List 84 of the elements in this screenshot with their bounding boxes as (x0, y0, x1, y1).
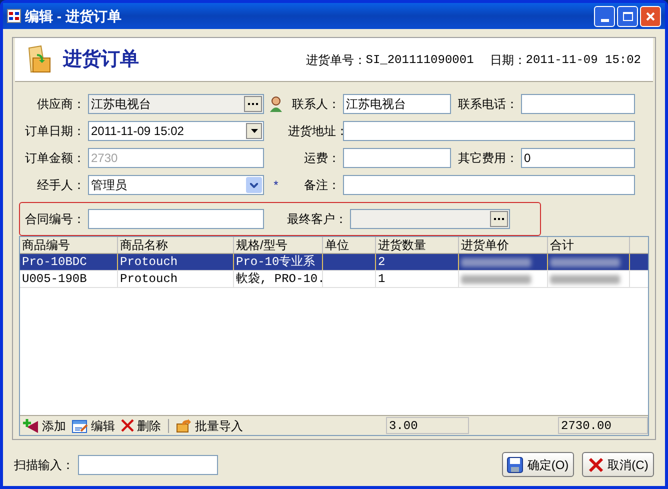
column-header[interactable]: 商品编号 (20, 237, 118, 253)
blurred-value (461, 274, 531, 284)
field-label: 订单日期： (24, 123, 86, 140)
chevron-icon (250, 182, 258, 188)
quantity-total: 3.00 (386, 417, 469, 434)
blurred-value (550, 274, 620, 284)
order-number: SI_201111090001 (366, 52, 474, 68)
input-field[interactable] (343, 148, 451, 168)
close-icon (646, 12, 655, 20)
required-mark: * (274, 177, 278, 194)
input-field[interactable] (350, 209, 510, 229)
field-label: 联系电话： (457, 96, 519, 113)
app-icon (7, 9, 21, 23)
maximize-button[interactable] (617, 6, 638, 26)
table-cell: Protouch (118, 254, 234, 270)
field-label: 最终客户： (286, 211, 348, 228)
table-cell: 1 (376, 271, 459, 287)
date-label: 日期： (490, 52, 526, 68)
field-label: 订单金额： (24, 150, 86, 167)
table-cell: U005-190B (20, 271, 118, 287)
delete-icon (121, 419, 134, 432)
minimize-button[interactable] (594, 6, 615, 26)
amount-total: 2730.00 (558, 417, 648, 434)
column-header[interactable]: 合计 (548, 237, 630, 253)
add-icon (23, 418, 39, 432)
ellipsis-icon (494, 218, 504, 220)
input-field: 2730 (88, 148, 264, 168)
column-header[interactable]: 规格/型号 (234, 237, 323, 253)
dropdown-button[interactable] (246, 123, 262, 139)
column-header[interactable]: 商品名称 (118, 237, 234, 253)
browse-button[interactable] (244, 96, 262, 112)
ellipsis-icon (248, 102, 258, 106)
ok-button[interactable]: 确定(O) (502, 452, 574, 477)
column-header[interactable]: 进货单价 (459, 237, 548, 253)
dropdown[interactable]: 管理员 (88, 175, 264, 195)
input-field[interactable]: 江苏电视台 (88, 94, 264, 114)
column-header[interactable]: 进货数量 (376, 237, 459, 253)
blurred-value (461, 258, 531, 266)
toolbar-button[interactable]: 删除 (118, 416, 164, 434)
field-label: 合同编号： (24, 211, 86, 228)
field-label: 供应商： (36, 96, 86, 113)
field-label: 其它费用： (457, 150, 519, 167)
maximize-icon (622, 12, 632, 20)
table-cell: Pro-10专业系 (234, 254, 323, 270)
minimize-icon (600, 18, 608, 22)
caret-icon (250, 129, 258, 133)
field-label: 备注： (303, 177, 341, 194)
field-label: 联系人： (291, 96, 341, 113)
table-cell: 軟袋, PRO-10. (234, 271, 323, 287)
import-icon (176, 418, 192, 432)
cancel-icon (588, 456, 604, 472)
date-value: 2011-11-09 15:02 (526, 52, 641, 68)
date-picker[interactable]: 2011-11-09 15:02 (88, 121, 264, 141)
person-icon (269, 96, 283, 112)
browse-button[interactable] (490, 211, 508, 227)
close-button[interactable] (640, 6, 661, 26)
input-field[interactable] (88, 209, 264, 229)
field-label: 运费： (303, 150, 341, 167)
window-title: 编辑 - 进货订单 (25, 6, 122, 26)
table-cell: 2 (376, 254, 459, 270)
column-header[interactable]: 单位 (323, 237, 376, 253)
cancel-button[interactable]: 取消(C) (582, 452, 654, 477)
input-field[interactable] (521, 94, 635, 114)
table-row[interactable]: U005-190B Protouch 軟袋, PRO-10. 1 (20, 271, 648, 288)
field-label: 进货地址： (288, 123, 343, 140)
form-title: 进货订单 (63, 47, 139, 72)
edit-icon (72, 418, 88, 432)
folder-icon (27, 44, 51, 76)
field-label: 经手人： (36, 177, 86, 194)
blurred-value (550, 258, 620, 266)
scan-label: 扫描输入： (14, 456, 74, 474)
input-field[interactable] (343, 121, 635, 141)
input-field[interactable] (343, 175, 635, 195)
input-field[interactable]: 江苏电视台 (343, 94, 451, 114)
table-cell: Pro-10BDC (20, 254, 118, 270)
input-field[interactable]: 0 (521, 148, 635, 168)
table-row[interactable]: Pro-10BDC Protouch Pro-10专业系 2 (20, 254, 648, 271)
save-icon (507, 456, 524, 472)
scan-input-field[interactable] (78, 454, 218, 474)
toolbar-button[interactable]: 批量导入 (173, 416, 246, 434)
toolbar-button[interactable]: 编辑 (69, 416, 118, 434)
table-cell: Protouch (118, 271, 234, 287)
toolbar-button[interactable]: 添加 (20, 416, 69, 434)
order-number-label: 进货单号： (306, 52, 366, 68)
